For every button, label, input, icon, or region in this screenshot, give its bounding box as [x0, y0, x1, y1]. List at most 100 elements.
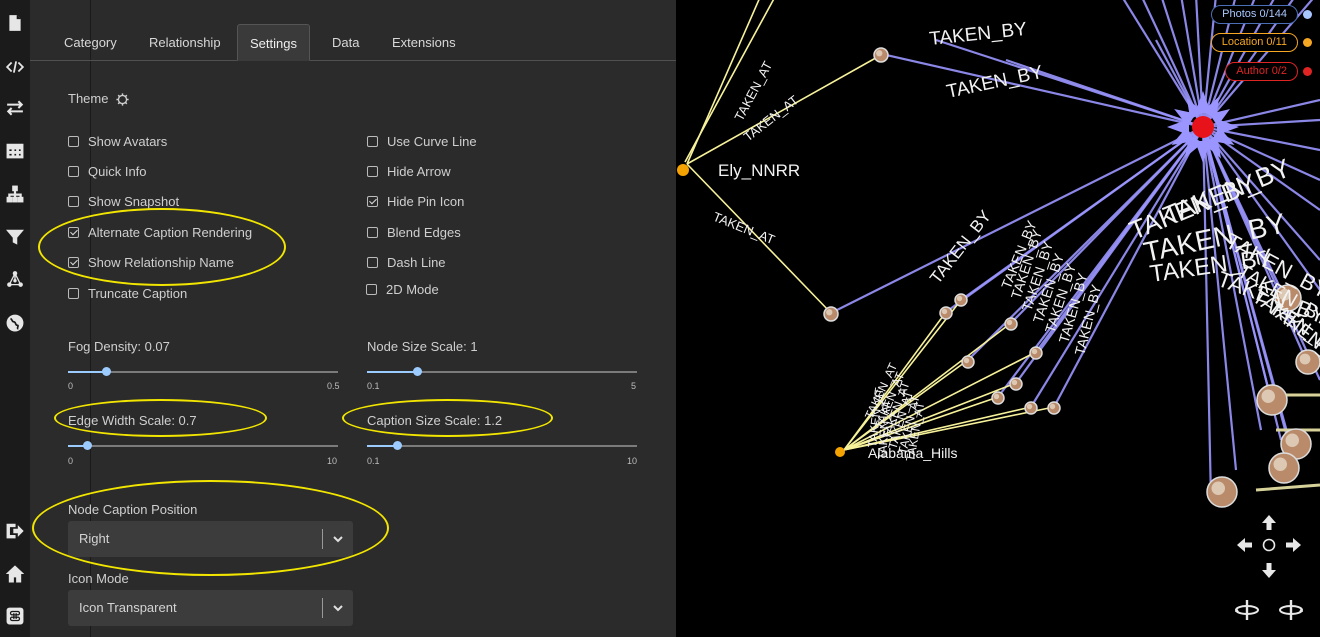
edge-label: TAKEN_BY: [926, 207, 995, 288]
checkbox-box[interactable]: [367, 257, 378, 268]
photo-highlight: [876, 50, 883, 57]
swap-icon[interactable]: [3, 96, 27, 120]
edge-width-scale-slider[interactable]: [68, 441, 338, 450]
highlight-ellipse: [38, 208, 286, 286]
photo-highlight: [963, 357, 970, 364]
settings-panel: Category Relationship Settings Data Exte…: [30, 0, 676, 637]
arrow-up-icon: [1262, 515, 1276, 530]
caption-size-max-label: 10: [627, 456, 638, 466]
fog-density-slider[interactable]: [68, 367, 338, 376]
edge-taken-by: [885, 53, 1204, 129]
command-icon[interactable]: [3, 604, 27, 628]
tab-relationship[interactable]: Relationship: [137, 24, 233, 61]
edge-width-min-label: 0: [68, 456, 74, 466]
table-icon[interactable]: [3, 139, 27, 163]
checkbox-label: Hide Pin Icon: [387, 194, 465, 209]
fog-min-label: 0: [68, 381, 74, 391]
pan-controls[interactable]: [1236, 512, 1306, 582]
fog-density-label: Fog Density: 0.07: [68, 339, 170, 354]
rotate-left-icon[interactable]: [1234, 597, 1260, 623]
tab-category[interactable]: Category: [52, 24, 129, 61]
select-separator: [322, 598, 323, 618]
checkbox-box[interactable]: [68, 288, 79, 299]
legend-label: Author 0/2: [1236, 65, 1287, 77]
legend-label: Photos 0/144: [1222, 8, 1287, 20]
photo-highlight: [1261, 389, 1275, 403]
graph-canvas[interactable]: TAKEN_BY TAKEN_BY TAKEN_AT TAKEN_AT TAKEN_AT…: [676, 0, 1320, 637]
sign-out-icon[interactable]: [3, 519, 27, 543]
tab-settings[interactable]: Settings: [237, 24, 310, 61]
node-label-ely: Ely_NNRR: [718, 161, 800, 180]
checkbox-label: Show Avatars: [88, 134, 168, 149]
checkbox-label: 2D Mode: [386, 282, 439, 297]
checkbox-box[interactable]: [68, 166, 79, 177]
checkbox-box[interactable]: [367, 196, 378, 207]
highlight-ellipse: [32, 480, 389, 576]
checkbox-box[interactable]: [366, 284, 377, 295]
node-label-alabama: Alabama_Hills: [868, 445, 957, 461]
edge-label: TAKEN_AT: [711, 209, 777, 247]
photo-highlight: [1011, 379, 1018, 386]
icon-mode-select[interactable]: Icon Transparent: [68, 590, 353, 626]
photo-highlight: [1273, 457, 1287, 471]
arrow-down-icon: [1262, 563, 1276, 578]
theme-label: Theme: [68, 91, 109, 106]
highlight-ellipse: [54, 399, 267, 437]
home-icon[interactable]: [3, 562, 27, 586]
checkbox-box[interactable]: [68, 196, 79, 207]
checkbox-box[interactable]: [367, 136, 378, 147]
legend-location[interactable]: Location 0/11: [1210, 33, 1298, 52]
tab-extensions[interactable]: Extensions: [380, 24, 468, 61]
checkbox-label: Use Curve Line: [387, 134, 477, 149]
network-icon[interactable]: [3, 267, 27, 291]
hierarchy-icon[interactable]: [3, 182, 27, 206]
node-size-scale-label: Node Size Scale: 1: [367, 339, 478, 354]
file-icon[interactable]: [3, 11, 27, 35]
photo-highlight: [1006, 319, 1013, 326]
edge-label: TAKEN_BY: [945, 62, 1045, 103]
node-size-min-label: 0.1: [367, 381, 380, 391]
legend-location-dot: [1303, 38, 1312, 47]
arrow-right-icon: [1286, 538, 1301, 552]
edge-width-max-label: 10: [327, 456, 338, 466]
photo-highlight: [826, 309, 833, 316]
chevron-down-icon[interactable]: [331, 601, 345, 615]
caption-size-scale-slider[interactable]: [367, 441, 637, 450]
tab-bar: Category Relationship Settings Data Exte…: [30, 24, 676, 61]
globe-icon[interactable]: [3, 311, 27, 335]
legend-label: Location 0/11: [1221, 36, 1287, 48]
author-node: [1192, 116, 1214, 138]
photo-highlight: [993, 393, 1000, 400]
checkbox-label: Show Snapshot: [88, 194, 180, 209]
nodes-layer: Ely_NNRR Alabama_Hills: [677, 116, 1214, 461]
checkbox-box[interactable]: [367, 227, 378, 238]
checkbox-box[interactable]: [68, 136, 79, 147]
checkbox-label: Hide Arrow: [387, 164, 451, 179]
center-icon: [1262, 538, 1276, 552]
checkbox-label: Dash Line: [387, 255, 446, 270]
tab-data[interactable]: Data: [320, 24, 371, 61]
photo-highlight: [1285, 433, 1299, 447]
checkbox-box[interactable]: [367, 166, 378, 177]
photo-highlight: [1049, 403, 1056, 410]
arrow-left-icon: [1237, 538, 1252, 552]
photo-highlight: [1026, 403, 1033, 410]
rotate-right-icon[interactable]: [1278, 597, 1304, 623]
graph-svg[interactable]: TAKEN_BYTAKEN_BYTAKEN_ATTAKEN_ATTAKEN_AT…: [676, 0, 1320, 637]
icon-rail: [0, 0, 30, 637]
node-size-scale-slider[interactable]: [367, 367, 637, 376]
edge-label: TAKEN_BY: [928, 19, 1028, 50]
checkbox-label: Blend Edges: [387, 225, 461, 240]
photo-highlight: [1031, 348, 1038, 355]
highlight-ellipse: [342, 399, 553, 437]
node-size-max-label: 5: [631, 381, 637, 391]
icon-mode-label: Icon Mode: [68, 571, 129, 586]
legend-author[interactable]: Author 0/2: [1225, 62, 1298, 81]
fog-max-label: 0.5: [327, 381, 340, 391]
select-value: Icon Transparent: [79, 600, 177, 615]
theme-gear-icon[interactable]: [116, 93, 129, 106]
legend-photos[interactable]: Photos 0/144: [1211, 5, 1298, 24]
filter-icon[interactable]: [3, 225, 27, 249]
code-icon[interactable]: [3, 55, 27, 79]
checkbox-label: Truncate Caption: [88, 286, 188, 301]
